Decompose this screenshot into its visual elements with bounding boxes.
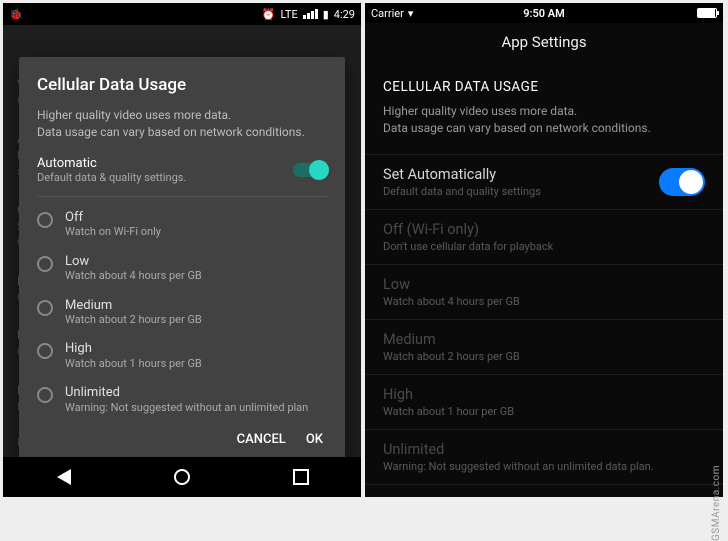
section-title: CELLULAR DATA USAGE	[365, 65, 723, 101]
ios-screen: Carrier ▾ 9:50 AM App Settings CELLULAR …	[365, 3, 723, 497]
option-unlimited[interactable]: UnlimitedWarning: Not suggested without …	[365, 429, 723, 485]
nav-home-icon[interactable]	[174, 469, 190, 485]
option-high[interactable]: HighWatch about 1 hours per GB	[37, 334, 327, 378]
option-medium[interactable]: MediumWatch about 2 hours per GB	[365, 319, 723, 374]
clock: 4:29	[334, 8, 355, 21]
nav-back-icon[interactable]	[55, 469, 71, 485]
option-low[interactable]: LowWatch about 4 hours per GB	[365, 264, 723, 319]
set-automatically-sub: Default data and quality settings	[383, 185, 659, 198]
option-low[interactable]: LowWatch about 4 hours per GB	[37, 247, 327, 291]
option-off[interactable]: OffWatch on Wi-Fi only	[37, 203, 327, 247]
status-bar: Carrier ▾ 9:50 AM	[365, 3, 723, 23]
radio-icon	[37, 256, 53, 272]
radio-icon	[37, 343, 53, 359]
option-high[interactable]: HighWatch about 1 hour per GB	[365, 374, 723, 429]
battery-icon	[697, 8, 717, 18]
nav-recents-icon[interactable]	[293, 469, 309, 485]
debug-icon: 🐞	[9, 8, 23, 21]
option-unlimited[interactable]: UnlimitedWarning: Not suggested without …	[37, 378, 327, 422]
set-automatically-toggle[interactable]	[659, 168, 705, 196]
page-title: App Settings	[365, 23, 723, 65]
set-automatically-title: Set Automatically	[383, 166, 659, 183]
radio-icon	[37, 387, 53, 403]
nav-bar	[3, 457, 361, 497]
set-automatically-row[interactable]: Set Automatically Default data and quali…	[365, 154, 723, 209]
option-off[interactable]: Off (Wi-Fi only)Don't use cellular data …	[365, 209, 723, 264]
cancel-button[interactable]: CANCEL	[237, 432, 286, 447]
signal-icon	[303, 9, 318, 19]
alarm-icon: ⏰	[262, 8, 276, 21]
lte-label: LTE	[280, 8, 297, 21]
battery-icon: ▮	[323, 8, 329, 21]
automatic-toggle[interactable]	[293, 163, 327, 177]
status-bar: 🐞 ⏰ LTE ▮ 4:29	[3, 3, 361, 25]
dialog-title: Cellular Data Usage	[37, 75, 327, 95]
automatic-row[interactable]: Automatic Default data & quality setting…	[37, 156, 327, 197]
option-medium[interactable]: MediumWatch about 2 hours per GB	[37, 291, 327, 335]
ok-button[interactable]: OK	[306, 432, 323, 447]
section-desc: Higher quality video uses more data. Dat…	[365, 101, 723, 154]
automatic-sub: Default data & quality settings.	[37, 171, 283, 184]
clock: 9:50 AM	[365, 7, 723, 20]
radio-icon	[37, 300, 53, 316]
android-screen: 🐞 ⏰ LTE ▮ 4:29 ← NETFLIX ⋮ VC ANsi QSC R…	[3, 3, 361, 497]
watermark: GSMArena.com	[711, 465, 722, 541]
radio-icon	[37, 212, 53, 228]
dialog-desc: Higher quality video uses more data. Dat…	[37, 107, 327, 142]
automatic-title: Automatic	[37, 156, 283, 171]
cellular-dialog: Cellular Data Usage Higher quality video…	[19, 57, 345, 459]
